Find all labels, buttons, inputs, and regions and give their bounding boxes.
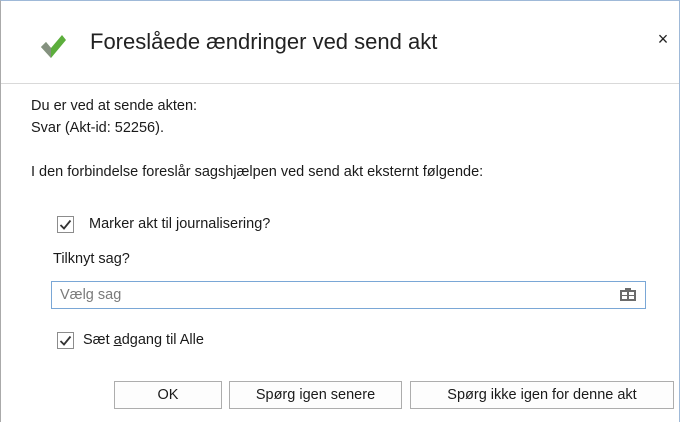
dont-ask-again-button[interactable]: Spørg ikke igen for denne akt: [410, 381, 674, 409]
case-label: Tilknyt sag?: [53, 251, 130, 267]
close-icon: ×: [657, 29, 669, 49]
access-checkbox[interactable]: [57, 332, 74, 349]
dialog-window: Foreslåede ændringer ved send akt × Du e…: [0, 0, 680, 422]
intro-line-1: Du er ved at sende akten:: [31, 98, 198, 114]
suggestion-text: I den forbindelse foreslår sagshjælpen v…: [31, 164, 484, 180]
access-label-post: dgang til Alle: [121, 332, 204, 348]
green-check-icon: [38, 31, 68, 61]
ask-later-button[interactable]: Spørg igen senere: [229, 381, 402, 409]
access-label-pre: Sæt: [83, 332, 114, 348]
intro-line-2: Svar (Akt-id: 52256).: [31, 120, 164, 136]
dialog-title: Foreslåede ændringer ved send akt: [90, 29, 438, 54]
access-checkbox-label[interactable]: Sæt adgang til Alle: [83, 332, 204, 348]
case-input-box[interactable]: [51, 281, 646, 309]
checkmark-icon: [59, 335, 72, 346]
ok-button[interactable]: OK: [114, 381, 222, 409]
access-label-mnemonic: a: [113, 332, 122, 348]
case-input[interactable]: [60, 285, 610, 305]
checkmark-icon: [59, 219, 72, 230]
dialog-titlebar: Foreslåede ændringer ved send akt ×: [1, 1, 679, 84]
journal-checkbox-label[interactable]: Marker akt til journalisering?: [89, 216, 270, 232]
close-button[interactable]: ×: [653, 28, 673, 50]
journal-checkbox[interactable]: [57, 216, 74, 233]
lookup-icon[interactable]: [619, 287, 637, 303]
